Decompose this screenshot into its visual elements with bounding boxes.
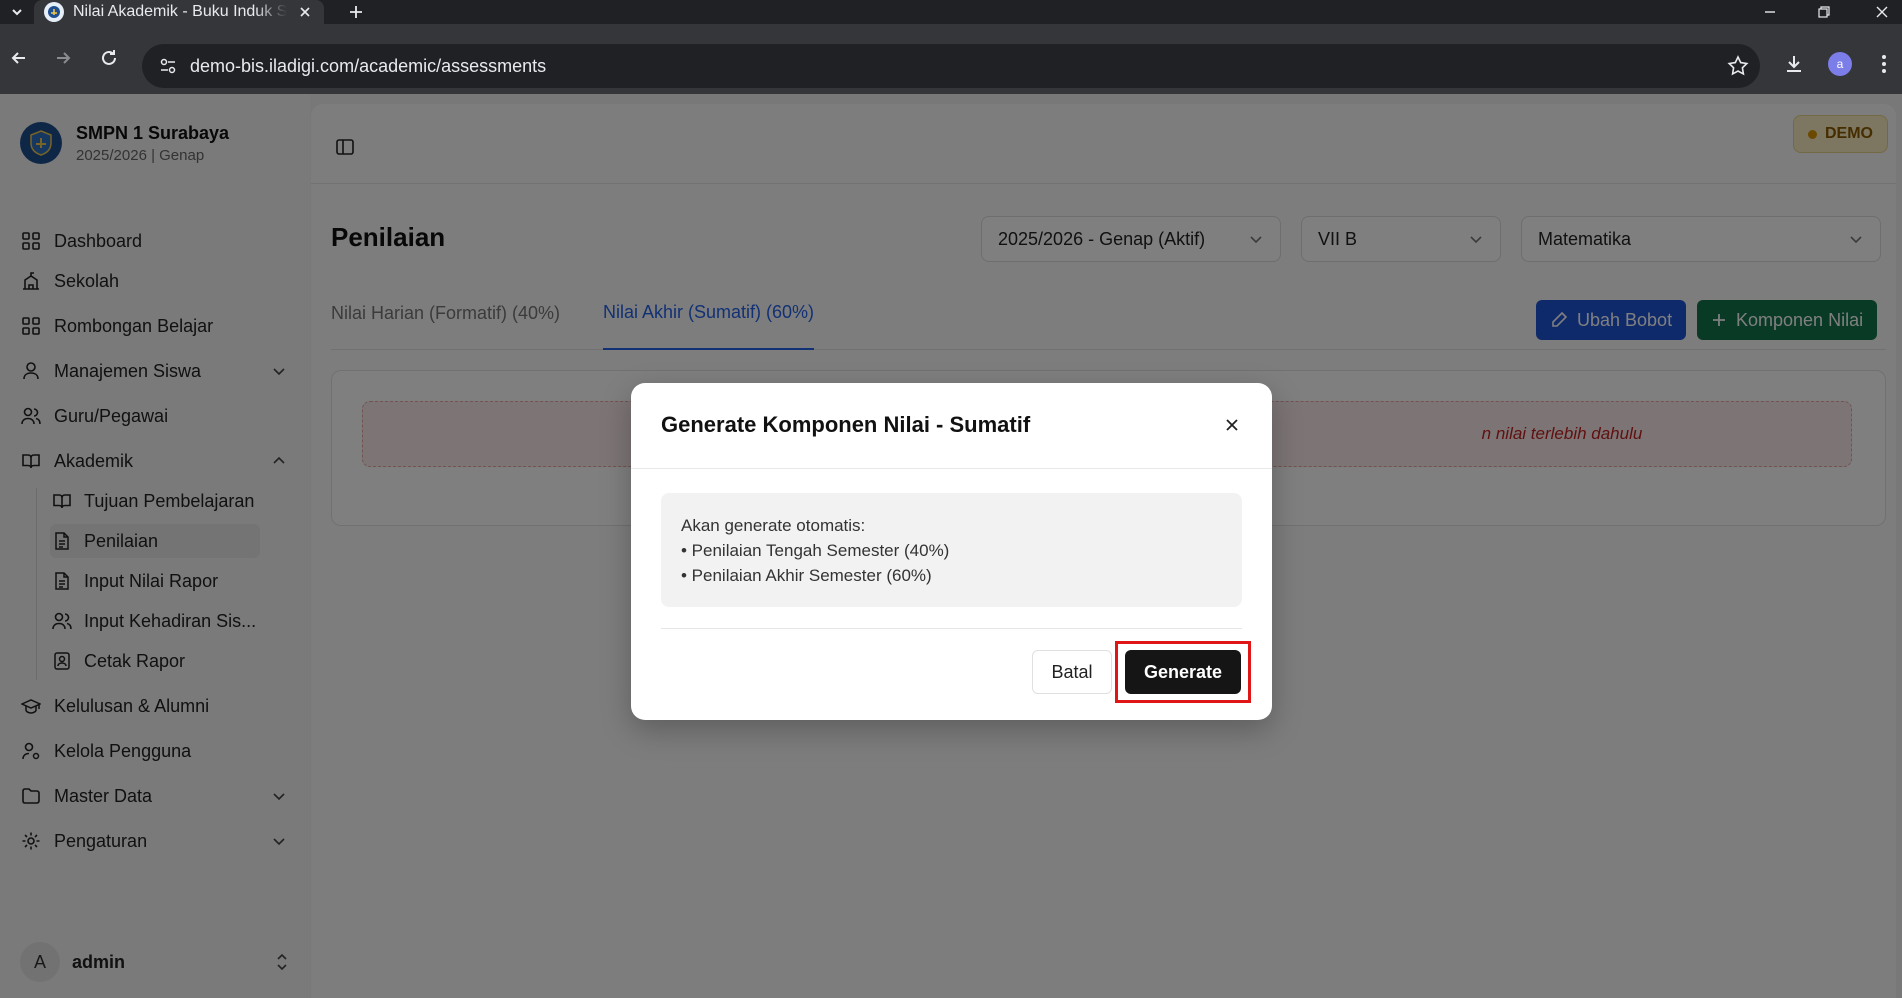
tab-close-icon[interactable] (296, 3, 314, 21)
school-logo-favicon-icon (44, 2, 64, 22)
browser-toolbar: demo-bis.iladigi.com/academic/assessment… (0, 24, 1902, 94)
tab-search-chevron-icon[interactable] (4, 0, 30, 24)
browser-tab-bar: Nilai Akademik - Buku Induk Siswa (0, 0, 1902, 24)
window-close-icon[interactable] (1862, 0, 1902, 24)
dialog-info-box: Akan generate otomatis: • Penilaian Teng… (661, 493, 1242, 607)
address-bar[interactable]: demo-bis.iladigi.com/academic/assessment… (142, 44, 1760, 88)
dialog-divider (661, 628, 1242, 629)
dialog-intro: Akan generate otomatis: (681, 516, 866, 535)
profile-initial: a (1828, 52, 1852, 76)
dialog-title: Generate Komponen Nilai - Sumatif (661, 412, 1031, 437)
new-tab-plus-icon[interactable] (344, 0, 368, 24)
back-arrow-icon[interactable] (2, 41, 36, 75)
bookmark-star-icon[interactable] (1726, 54, 1750, 78)
download-icon[interactable] (1778, 48, 1810, 80)
generate-button-highlight (1115, 641, 1251, 703)
restore-icon[interactable] (1804, 0, 1844, 24)
browser-menu-icon[interactable] (1868, 48, 1900, 80)
dialog-line-pas: • Penilaian Akhir Semester (60%) (681, 566, 932, 585)
app-root: SMPN 1 Surabaya 2025/2026 | Genap Dashbo… (0, 94, 1902, 998)
generate-component-dialog: Generate Komponen Nilai - Sumatif Akan g… (631, 383, 1272, 720)
browser-tab[interactable]: Nilai Akademik - Buku Induk Siswa (34, 0, 324, 24)
dialog-header: Generate Komponen Nilai - Sumatif (631, 383, 1272, 469)
site-settings-icon[interactable] (148, 44, 188, 88)
profile-avatar[interactable]: a (1824, 48, 1856, 80)
dialog-line-pts: • Penilaian Tengah Semester (40%) (681, 541, 950, 560)
forward-arrow-icon[interactable] (46, 41, 80, 75)
minimize-icon[interactable] (1750, 0, 1790, 24)
close-icon[interactable] (1218, 411, 1246, 439)
reload-icon[interactable] (92, 41, 126, 75)
browser-tab-title: Nilai Akademik - Buku Induk Siswa (73, 3, 287, 20)
cancel-button[interactable]: Batal (1032, 650, 1112, 694)
url-text[interactable]: demo-bis.iladigi.com/academic/assessment… (190, 56, 546, 77)
